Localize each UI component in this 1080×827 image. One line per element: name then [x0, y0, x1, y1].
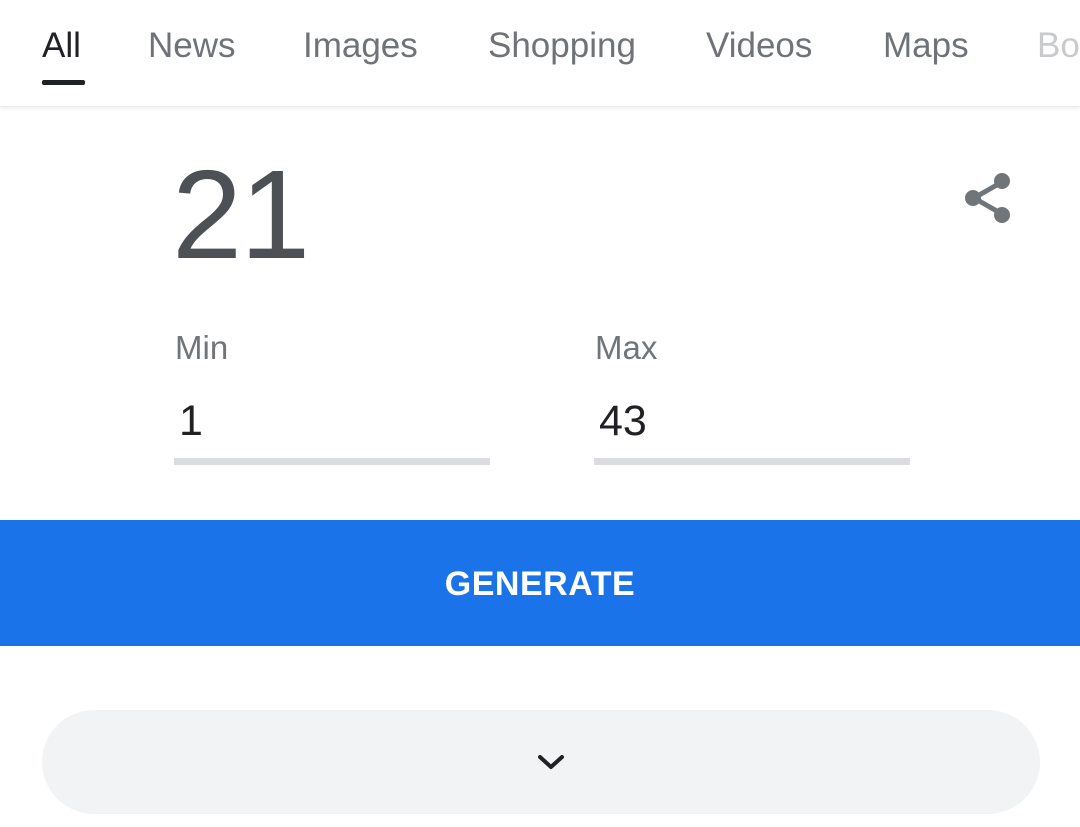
share-button[interactable] — [956, 166, 1020, 230]
max-field: Max — [594, 329, 915, 465]
tab-all[interactable]: All — [42, 26, 81, 66]
generate-button[interactable]: GENERATE — [0, 520, 1080, 646]
random-number-generator-page: All News Images Shopping Videos Maps Bo … — [0, 0, 1080, 827]
generated-number: 21 — [172, 144, 310, 285]
tab-news[interactable]: News — [148, 26, 236, 66]
max-input[interactable] — [594, 396, 915, 446]
share-icon — [965, 173, 1010, 223]
min-field: Min — [174, 329, 495, 465]
tab-videos[interactable]: Videos — [706, 26, 812, 66]
tab-shopping[interactable]: Shopping — [488, 26, 636, 66]
tab-maps[interactable]: Maps — [883, 26, 969, 66]
min-label: Min — [175, 329, 229, 366]
tab-books-partial[interactable]: Bo — [1037, 26, 1080, 66]
max-input-underline — [594, 458, 910, 465]
active-tab-indicator — [42, 80, 85, 85]
chevron-down-icon[interactable] — [536, 750, 566, 774]
min-input[interactable] — [174, 396, 495, 446]
search-tab-bar: All News Images Shopping Videos Maps Bo — [0, 0, 1080, 107]
max-label: Max — [595, 329, 658, 366]
min-input-underline — [174, 458, 490, 465]
tab-images[interactable]: Images — [303, 26, 418, 66]
